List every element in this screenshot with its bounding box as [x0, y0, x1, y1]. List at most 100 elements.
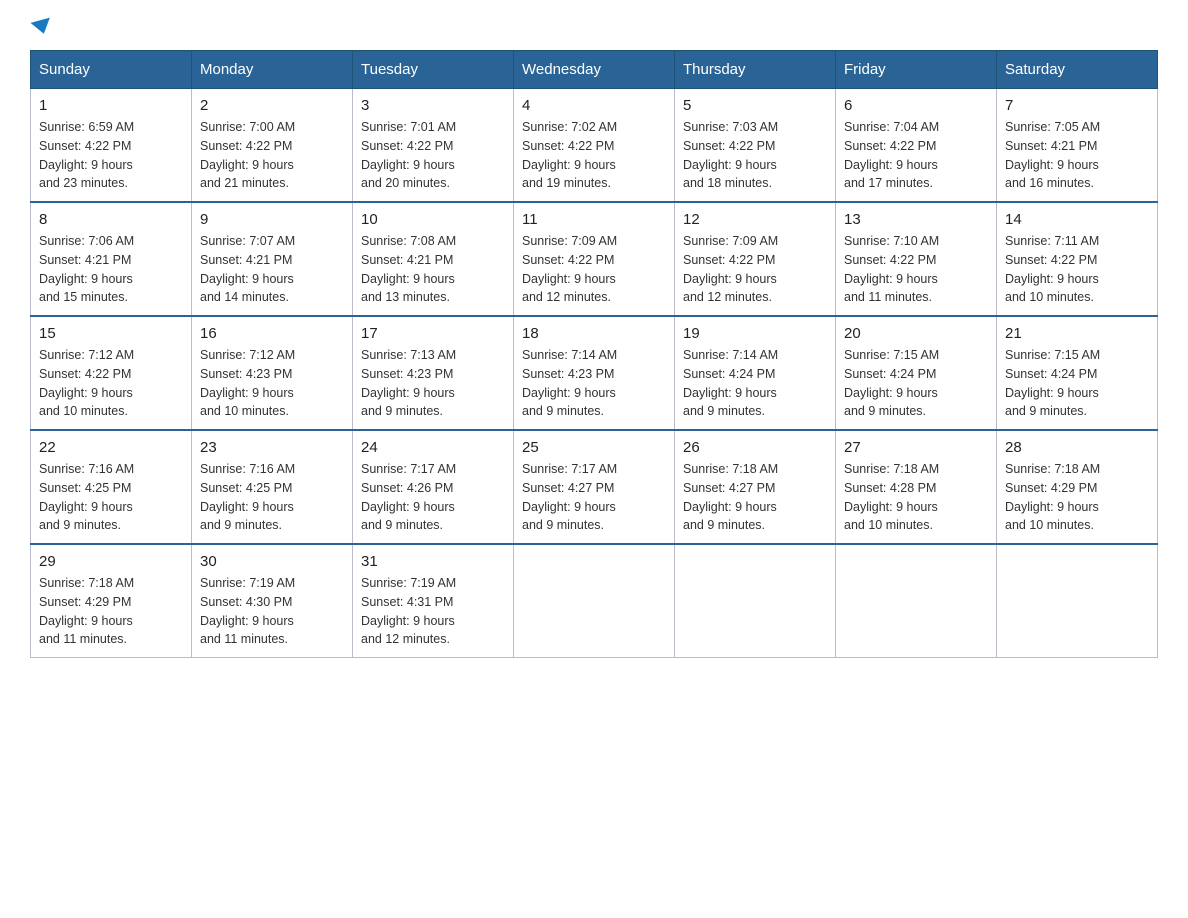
day-info: Sunrise: 7:03 AMSunset: 4:22 PMDaylight:… [683, 118, 827, 193]
weekday-header-tuesday: Tuesday [353, 51, 514, 89]
day-number: 29 [39, 553, 183, 570]
day-number: 30 [200, 553, 344, 570]
day-number: 7 [1005, 97, 1149, 114]
day-info: Sunrise: 7:18 AMSunset: 4:29 PMDaylight:… [1005, 460, 1149, 535]
daylight-minutes-text: and 17 minutes. [844, 176, 933, 190]
sunset-text: Sunset: 4:22 PM [39, 139, 131, 153]
weekday-header-friday: Friday [836, 51, 997, 89]
day-number: 24 [361, 439, 505, 456]
daylight-minutes-text: and 9 minutes. [522, 518, 604, 532]
daylight-text: Daylight: 9 hours [683, 500, 777, 514]
day-number: 9 [200, 211, 344, 228]
sunset-text: Sunset: 4:22 PM [522, 139, 614, 153]
daylight-minutes-text: and 9 minutes. [522, 404, 604, 418]
calendar-cell: 1Sunrise: 6:59 AMSunset: 4:22 PMDaylight… [31, 89, 192, 203]
daylight-text: Daylight: 9 hours [200, 500, 294, 514]
daylight-text: Daylight: 9 hours [1005, 386, 1099, 400]
calendar-cell: 12Sunrise: 7:09 AMSunset: 4:22 PMDayligh… [675, 202, 836, 316]
sunset-text: Sunset: 4:24 PM [1005, 367, 1097, 381]
day-info: Sunrise: 7:16 AMSunset: 4:25 PMDaylight:… [200, 460, 344, 535]
calendar-cell: 30Sunrise: 7:19 AMSunset: 4:30 PMDayligh… [192, 544, 353, 658]
calendar-week-4: 22Sunrise: 7:16 AMSunset: 4:25 PMDayligh… [31, 430, 1158, 544]
calendar-cell: 13Sunrise: 7:10 AMSunset: 4:22 PMDayligh… [836, 202, 997, 316]
sunrise-text: Sunrise: 7:07 AM [200, 234, 295, 248]
day-info: Sunrise: 7:08 AMSunset: 4:21 PMDaylight:… [361, 232, 505, 307]
daylight-text: Daylight: 9 hours [844, 158, 938, 172]
day-number: 8 [39, 211, 183, 228]
daylight-minutes-text: and 12 minutes. [361, 632, 450, 646]
day-info: Sunrise: 7:18 AMSunset: 4:28 PMDaylight:… [844, 460, 988, 535]
sunset-text: Sunset: 4:22 PM [522, 253, 614, 267]
sunset-text: Sunset: 4:24 PM [683, 367, 775, 381]
calendar-cell: 8Sunrise: 7:06 AMSunset: 4:21 PMDaylight… [31, 202, 192, 316]
weekday-header-row: SundayMondayTuesdayWednesdayThursdayFrid… [31, 51, 1158, 89]
calendar-cell: 11Sunrise: 7:09 AMSunset: 4:22 PMDayligh… [514, 202, 675, 316]
calendar-cell: 9 Sunrise: 7:07 AMSunset: 4:21 PMDaylight… [192, 202, 353, 316]
day-number: 12 [683, 211, 827, 228]
sunrise-text: Sunrise: 7:09 AM [683, 234, 778, 248]
weekday-header-sunday: Sunday [31, 51, 192, 89]
daylight-minutes-text: and 16 minutes. [1005, 176, 1094, 190]
sunrise-text: Sunrise: 7:18 AM [1005, 462, 1100, 476]
sunrise-text: Sunrise: 7:12 AM [200, 348, 295, 362]
sunrise-text: Sunrise: 7:18 AM [39, 576, 134, 590]
daylight-minutes-text: and 9 minutes. [200, 518, 282, 532]
day-number: 2 [200, 97, 344, 114]
day-info: Sunrise: 7:01 AMSunset: 4:22 PMDaylight:… [361, 118, 505, 193]
sunrise-text: Sunrise: 7:18 AM [844, 462, 939, 476]
sunset-text: Sunset: 4:31 PM [361, 595, 453, 609]
day-number: 15 [39, 325, 183, 342]
sunset-text: Sunset: 4:22 PM [1005, 253, 1097, 267]
day-info: Sunrise: 7:15 AMSunset: 4:24 PMDaylight:… [844, 346, 988, 421]
sunset-text: Sunset: 4:21 PM [1005, 139, 1097, 153]
daylight-minutes-text: and 11 minutes. [39, 632, 127, 646]
sunrise-text: Sunrise: 7:12 AM [39, 348, 134, 362]
sunset-text: Sunset: 4:22 PM [39, 367, 131, 381]
sunrise-text: Sunrise: 7:16 AM [39, 462, 134, 476]
sunset-text: Sunset: 4:28 PM [844, 481, 936, 495]
calendar-cell: 3 Sunrise: 7:01 AMSunset: 4:22 PMDaylight… [353, 89, 514, 203]
sunrise-text: Sunrise: 7:15 AM [844, 348, 939, 362]
sunset-text: Sunset: 4:22 PM [683, 253, 775, 267]
sunset-text: Sunset: 4:24 PM [844, 367, 936, 381]
calendar-week-5: 29Sunrise: 7:18 AMSunset: 4:29 PMDayligh… [31, 544, 1158, 658]
calendar-week-3: 15 Sunrise: 7:12 AM Sunset: 4:22 PM Dayligh… [31, 316, 1158, 430]
daylight-minutes-text: and 12 minutes. [522, 290, 611, 304]
daylight-minutes-text: and 12 minutes. [683, 290, 772, 304]
day-info: Sunrise: 7:14 AMSunset: 4:24 PMDaylight:… [683, 346, 827, 421]
day-info: Sunrise: 7:19 AMSunset: 4:31 PMDaylight:… [361, 574, 505, 649]
sunset-text: Sunset: 4:29 PM [1005, 481, 1097, 495]
weekday-header-saturday: Saturday [997, 51, 1158, 89]
day-info: Sunrise: 7:14 AMSunset: 4:23 PMDaylight:… [522, 346, 666, 421]
calendar-week-2: 8Sunrise: 7:06 AMSunset: 4:21 PMDaylight… [31, 202, 1158, 316]
day-info: Sunrise: 7:15 AMSunset: 4:24 PMDaylight:… [1005, 346, 1149, 421]
daylight-text: Daylight: 9 hours [522, 500, 616, 514]
daylight-minutes-text: and 10 minutes. [200, 404, 289, 418]
daylight-minutes-text: and 15 minutes. [39, 290, 128, 304]
sunrise-text: Sunrise: 7:09 AM [522, 234, 617, 248]
day-number: 6 [844, 97, 988, 114]
day-info: Sunrise: 7:07 AMSunset: 4:21 PMDaylight:… [200, 232, 344, 307]
day-info: Sunrise: 6:59 AMSunset: 4:22 PMDaylight:… [39, 118, 183, 193]
calendar-cell: 17Sunrise: 7:13 AMSunset: 4:23 PMDayligh… [353, 316, 514, 430]
sunset-text: Sunset: 4:25 PM [39, 481, 131, 495]
day-number: 3 [361, 97, 505, 114]
sunset-text: Sunset: 4:22 PM [844, 139, 936, 153]
calendar-week-1: 1Sunrise: 6:59 AMSunset: 4:22 PMDaylight… [31, 89, 1158, 203]
calendar-cell: 18Sunrise: 7:14 AMSunset: 4:23 PMDayligh… [514, 316, 675, 430]
day-info: Sunrise: 7:09 AM Sunset: 4:22 PM Daylight:… [522, 232, 666, 307]
daylight-text: Daylight: 9 hours [1005, 272, 1099, 286]
day-number: 17 [361, 325, 505, 342]
sunrise-text: Sunrise: 7:05 AM [1005, 120, 1100, 134]
daylight-minutes-text: and 9 minutes. [683, 518, 765, 532]
logo-arrow-icon [31, 18, 54, 37]
calendar-cell: 20Sunrise: 7:15 AMSunset: 4:24 PMDayligh… [836, 316, 997, 430]
daylight-text: Daylight: 9 hours [522, 272, 616, 286]
calendar-cell: 5Sunrise: 7:03 AMSunset: 4:22 PMDaylight… [675, 89, 836, 203]
sunset-text: Sunset: 4:25 PM [200, 481, 292, 495]
day-number: 19 [683, 325, 827, 342]
sunrise-text: Sunrise: 7:17 AM [361, 462, 456, 476]
day-number: 25 [522, 439, 666, 456]
day-number: 16 [200, 325, 344, 342]
sunset-text: Sunset: 4:22 PM [844, 253, 936, 267]
